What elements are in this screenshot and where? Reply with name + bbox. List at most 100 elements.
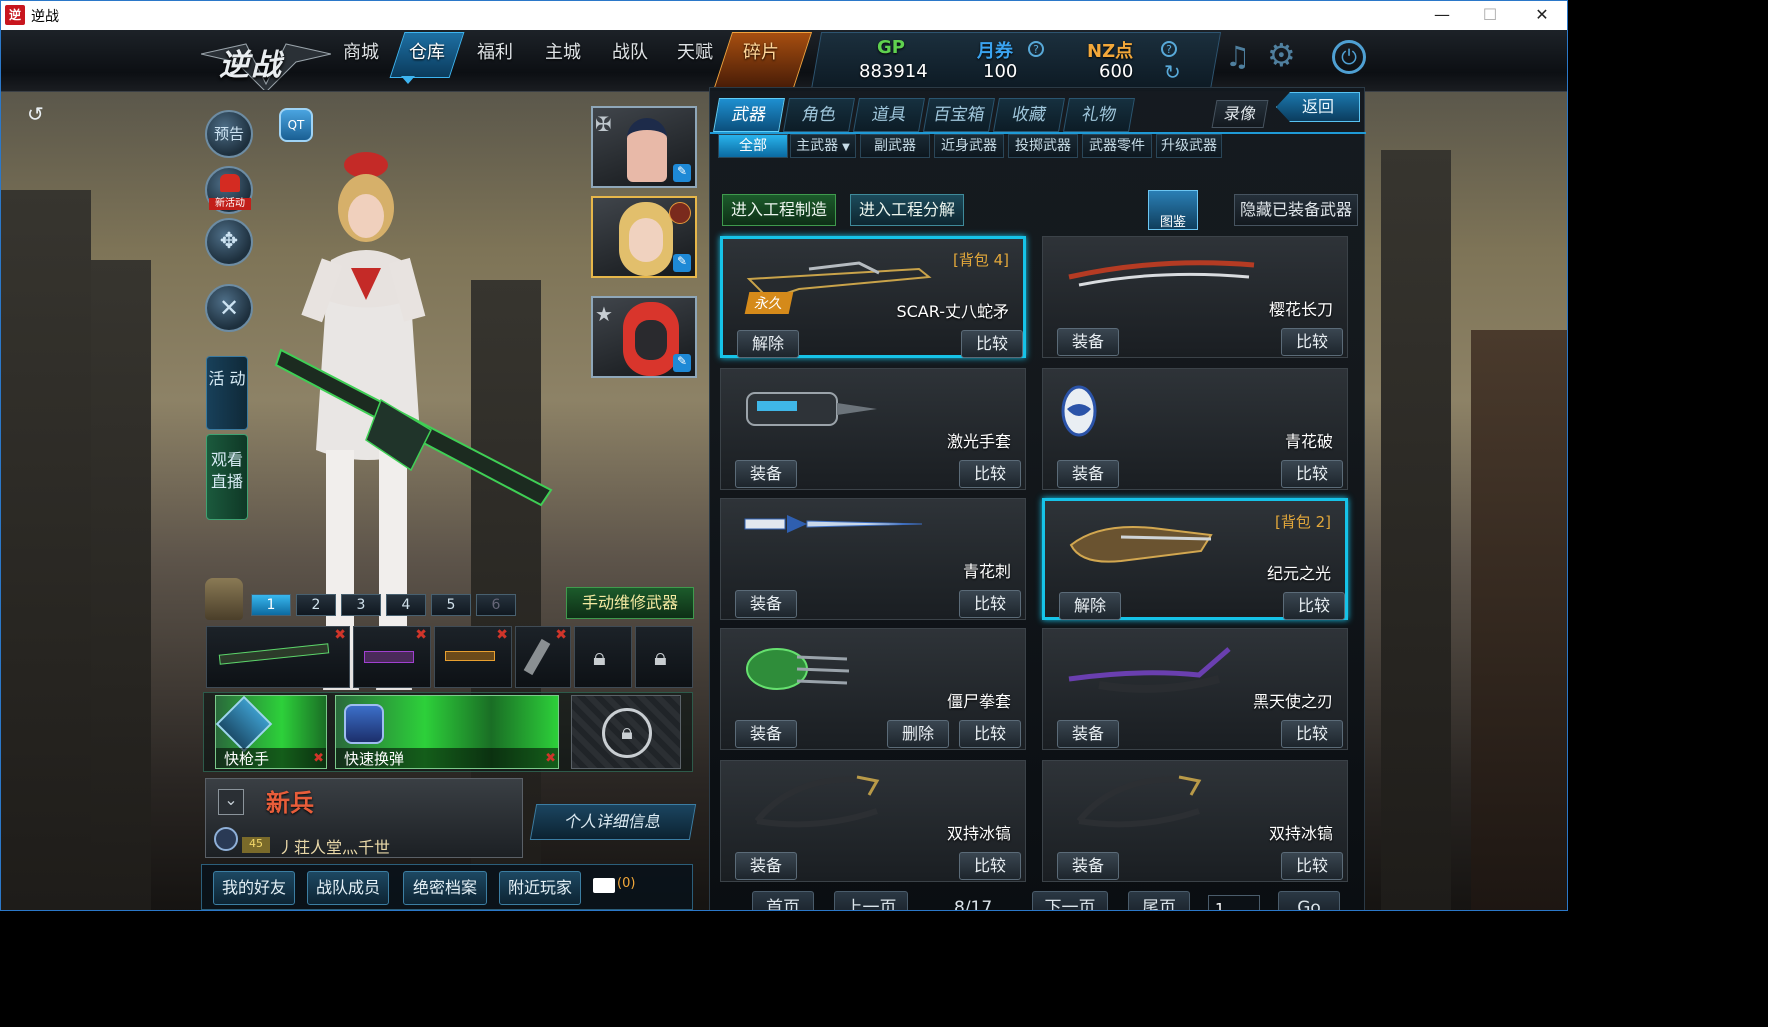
expand-chevron-icon[interactable]: ⌄ <box>218 789 244 815</box>
weapon-card[interactable]: 双持冰镐 装备 比较 <box>720 760 1026 882</box>
prev-page-button[interactable]: 上一页 <box>834 891 908 910</box>
wrench-icon[interactable]: ✎ <box>673 164 691 182</box>
subtab-primary[interactable]: 主武器 ▼ <box>790 134 856 158</box>
equip-button[interactable]: 装备 <box>735 852 797 880</box>
delete-button[interactable]: 删除 <box>887 720 949 748</box>
compare-button[interactable]: 比较 <box>1281 460 1343 488</box>
close-button[interactable]: ✕ <box>1519 1 1565 30</box>
nav-fragment[interactable]: 碎片 <box>743 38 779 64</box>
nearby-players-button[interactable]: 附近玩家 <box>499 871 581 905</box>
remove-icon[interactable]: ✖ <box>415 627 427 643</box>
nav-warehouse[interactable]: 仓库 <box>409 38 445 64</box>
hide-equipped-button[interactable]: 隐藏已装备武器 <box>1234 194 1358 226</box>
minimize-button[interactable]: — <box>1419 1 1465 30</box>
preview-button[interactable]: 预告 <box>205 110 253 158</box>
maximize-button[interactable]: ☐ <box>1467 1 1513 30</box>
skill-card-2[interactable]: 快速换弹 ✖ <box>335 695 559 769</box>
weapon-card[interactable]: [背包 4] 永久 SCAR-丈八蛇矛 解除 比较 <box>720 236 1026 358</box>
subtab-upgrade[interactable]: 升级武器 <box>1156 134 1222 158</box>
equip-button[interactable]: 装备 <box>1057 328 1119 356</box>
equip-button[interactable]: 装备 <box>1057 852 1119 880</box>
subtab-secondary[interactable]: 副武器 <box>860 134 930 158</box>
record-button[interactable]: 录像 <box>1211 100 1269 128</box>
equip-button[interactable]: 装备 <box>1057 720 1119 748</box>
nav-welfare[interactable]: 福利 <box>477 38 513 64</box>
decompose-button[interactable]: 进入工程分解 <box>850 194 964 226</box>
page-number-input[interactable] <box>1208 895 1260 910</box>
tab-treasure[interactable]: 百宝箱 <box>923 98 995 132</box>
go-button[interactable]: Go <box>1278 891 1340 910</box>
subtab-parts[interactable]: 武器零件 <box>1082 134 1152 158</box>
weapon-slot-primary[interactable]: ✖ <box>206 626 350 688</box>
compare-button[interactable]: 比较 <box>1281 852 1343 880</box>
tencent-game-icon[interactable]: ↺ <box>27 102 44 126</box>
tab-favorites[interactable]: 收藏 <box>993 98 1065 132</box>
tab-gifts[interactable]: 礼物 <box>1063 98 1135 132</box>
compare-button[interactable]: 比较 <box>959 852 1021 880</box>
loadout-slot-1[interactable]: 1 <box>251 594 291 616</box>
compare-button[interactable]: 比较 <box>1283 592 1345 620</box>
first-page-button[interactable]: 首页 <box>752 891 814 910</box>
weapon-card[interactable]: 青花刺 装备 比较 <box>720 498 1026 620</box>
watch-live-tab[interactable]: 观看 直播 <box>206 434 248 520</box>
subtab-throwing[interactable]: 投掷武器 <box>1008 134 1078 158</box>
character-portrait-1[interactable]: ✠ ✎ <box>591 106 697 188</box>
next-page-button[interactable]: 下一页 <box>1032 891 1108 910</box>
weapon-card[interactable]: 僵尸拳套 装备 删除 比较 <box>720 628 1026 750</box>
power-icon[interactable]: ⏻ <box>1332 40 1366 74</box>
activity-tab[interactable]: 活 动 <box>206 356 248 430</box>
skill-card-1[interactable]: 快枪手 ✖ <box>215 695 327 769</box>
unequip-button[interactable]: 解除 <box>1059 592 1121 620</box>
loadout-slot-4[interactable]: 4 <box>386 594 426 616</box>
nav-main-city[interactable]: 主城 <box>545 38 581 64</box>
equip-button[interactable]: 装备 <box>735 590 797 618</box>
mail-icon[interactable] <box>593 878 615 893</box>
subtab-all[interactable]: 全部 <box>718 134 788 158</box>
remove-icon[interactable]: ✖ <box>555 627 567 643</box>
craft-button[interactable]: 进入工程制造 <box>722 194 836 226</box>
wrench-icon[interactable]: ✎ <box>673 254 691 272</box>
handbook-button[interactable]: 图鉴 <box>1148 190 1198 230</box>
weapon-card[interactable]: [背包 2] 纪元之光 解除 比较 <box>1042 498 1348 620</box>
compare-button[interactable]: 比较 <box>1281 328 1343 356</box>
new-activity-button[interactable]: 新活动 <box>205 166 253 214</box>
compare-button[interactable]: 比较 <box>959 590 1021 618</box>
crossed-swords-icon[interactable]: ✕ <box>205 284 253 332</box>
weapon-card[interactable]: 樱花长刀 装备 比较 <box>1042 236 1348 358</box>
qt-voice-icon[interactable]: QT <box>279 108 313 142</box>
personal-details-button[interactable]: 个人详细信息 <box>529 804 697 840</box>
back-button[interactable]: 返回 <box>1276 92 1360 122</box>
equip-button[interactable]: 装备 <box>735 720 797 748</box>
refresh-icon[interactable]: ↻ <box>1164 60 1181 84</box>
remove-icon[interactable]: ✖ <box>545 751 556 766</box>
compare-button[interactable]: 比较 <box>959 460 1021 488</box>
weapon-card[interactable]: 激光手套 装备 比较 <box>720 368 1026 490</box>
compare-button[interactable]: 比较 <box>959 720 1021 748</box>
team-members-button[interactable]: 战队成员 <box>307 871 389 905</box>
weapon-card[interactable]: 青花破 装备 比较 <box>1042 368 1348 490</box>
weapon-slot-melee[interactable]: ✖ <box>434 626 512 688</box>
settings-gear-icon[interactable]: ⚙ <box>1267 36 1296 74</box>
equip-button[interactable]: 装备 <box>1057 460 1119 488</box>
loadout-slot-3[interactable]: 3 <box>341 594 381 616</box>
equip-button[interactable]: 装备 <box>735 460 797 488</box>
weapon-slot-throw[interactable]: ✖ <box>515 626 571 688</box>
loadout-slot-6[interactable]: 6 <box>476 594 516 616</box>
tab-characters[interactable]: 角色 <box>783 98 855 132</box>
game-logo[interactable]: 逆战 <box>201 34 331 90</box>
nav-team[interactable]: 战队 <box>612 38 648 64</box>
subtab-melee[interactable]: 近身武器 <box>934 134 1004 158</box>
loadout-slot-2[interactable]: 2 <box>296 594 336 616</box>
manual-repair-button[interactable]: 手动维修武器 <box>566 587 694 619</box>
wrench-icon[interactable]: ✎ <box>673 354 691 372</box>
gamepad-icon[interactable]: ✥ <box>205 218 253 266</box>
remove-icon[interactable]: ✖ <box>334 627 346 643</box>
compare-button[interactable]: 比较 <box>961 330 1023 358</box>
remove-icon[interactable]: ✖ <box>496 627 508 643</box>
ticket-help-icon[interactable]: ? <box>1028 41 1044 57</box>
nav-talent[interactable]: 天赋 <box>677 38 713 64</box>
weapon-slot-secondary[interactable]: ✖ <box>353 626 431 688</box>
remove-icon[interactable]: ✖ <box>313 751 324 766</box>
music-icon[interactable]: ♫ <box>1225 40 1250 73</box>
last-page-button[interactable]: 尾页 <box>1128 891 1190 910</box>
